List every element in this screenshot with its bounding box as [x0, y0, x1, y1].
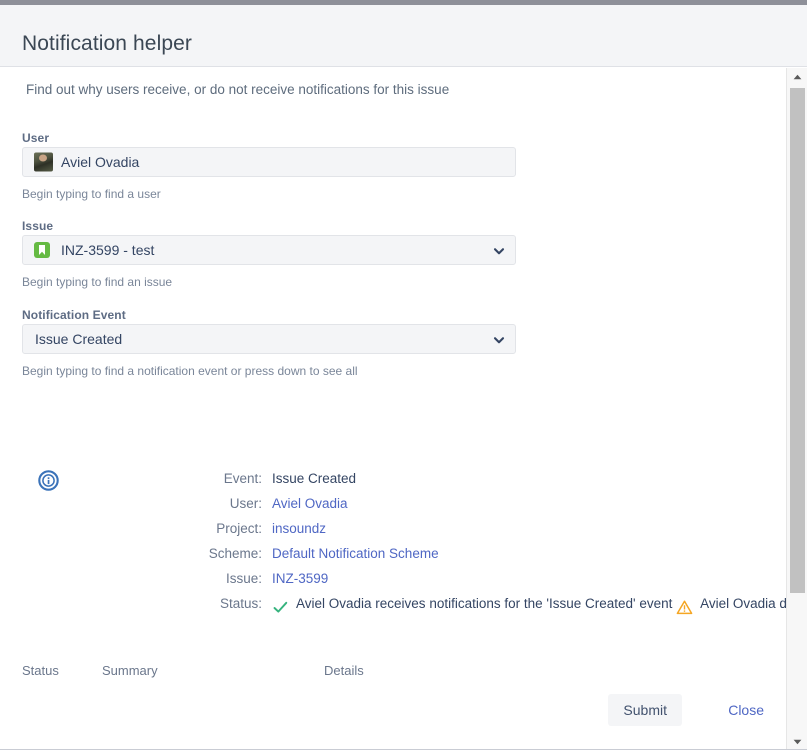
column-header-status: Status	[22, 663, 59, 678]
info-row-label: Event:	[223, 471, 262, 486]
info-row-label: Project:	[216, 521, 262, 536]
user-avatar	[34, 152, 53, 172]
dialog-header: Notification helper	[0, 5, 807, 67]
info-row-value-link[interactable]: Aviel Ovadia	[272, 491, 348, 516]
chevron-down-icon	[493, 244, 505, 256]
status-line-own-changes: Aviel Ovadia does not get notified of th…	[676, 596, 786, 615]
info-row: Project: insoundz	[0, 516, 760, 541]
info-row-value: Issue Created	[272, 471, 357, 486]
page-title: Notification helper	[22, 32, 192, 55]
info-row-label: Issue:	[225, 571, 262, 586]
notification-helper-dialog: Notification helper Find out why users r…	[0, 0, 807, 750]
notification-event-value: Issue Created	[35, 331, 123, 347]
info-row: User: Aviel Ovadia	[0, 491, 760, 516]
story-issue-type-icon	[34, 242, 50, 258]
status-line-text: Aviel Ovadia does not get notified of th…	[700, 596, 786, 611]
warning-triangle-icon	[676, 599, 693, 616]
status-line-receives: Aviel Ovadia receives notifications for …	[272, 596, 676, 613]
issue-field-hint: Begin typing to find an issue	[22, 275, 173, 289]
info-row: Scheme: Default Notification Scheme	[0, 541, 760, 566]
scrollbar-thumb[interactable]	[790, 88, 805, 593]
user-value: Aviel Ovadia	[61, 154, 140, 170]
table-header-row: Status Summary Details	[22, 663, 770, 678]
info-row-value-link[interactable]: insoundz	[272, 516, 326, 541]
notification-event-field-hint: Begin typing to find a notification even…	[22, 364, 358, 378]
intro-text: Find out why users receive, or do not re…	[26, 82, 450, 97]
notification-event-select[interactable]: Issue Created	[22, 324, 516, 354]
chevron-down-icon	[493, 333, 505, 345]
issue-field-label: Issue	[22, 219, 54, 233]
column-header-details: Details	[324, 663, 364, 678]
info-row-label: User:	[229, 496, 262, 511]
notification-info-panel: Event: Issue Created User: Aviel Ovadia …	[0, 466, 786, 615]
user-input[interactable]: Aviel Ovadia	[22, 147, 516, 177]
issue-value: INZ-3599 - test	[61, 242, 155, 258]
scroll-down-arrow-icon[interactable]	[787, 733, 807, 750]
vertical-scrollbar[interactable]	[786, 68, 807, 750]
column-header-summary: Summary	[102, 663, 158, 678]
info-row: Event: Issue Created	[0, 466, 760, 491]
notification-results-table: Status Summary Details Reporter Aviel Ov…	[22, 663, 770, 678]
status-label: Status:	[219, 596, 262, 611]
user-field-label: User	[22, 131, 50, 145]
dialog-footer: Submit Close	[0, 678, 786, 748]
info-row-label: Scheme:	[208, 546, 262, 561]
issue-select[interactable]: INZ-3599 - test	[22, 235, 516, 265]
user-field-hint: Begin typing to find a user	[22, 187, 161, 201]
submit-button[interactable]: Submit	[608, 694, 682, 726]
scroll-up-arrow-icon[interactable]	[787, 68, 807, 85]
info-row: Issue: INZ-3599	[0, 566, 760, 591]
notification-event-field-label: Notification Event	[22, 308, 126, 322]
dialog-body: Find out why users receive, or do not re…	[0, 68, 786, 678]
status-line-text: Aviel Ovadia receives notifications for …	[296, 596, 673, 611]
close-link[interactable]: Close	[728, 694, 764, 726]
check-icon	[272, 599, 289, 616]
info-row-value-link[interactable]: INZ-3599	[272, 566, 328, 591]
info-row-value-link[interactable]: Default Notification Scheme	[272, 541, 439, 566]
